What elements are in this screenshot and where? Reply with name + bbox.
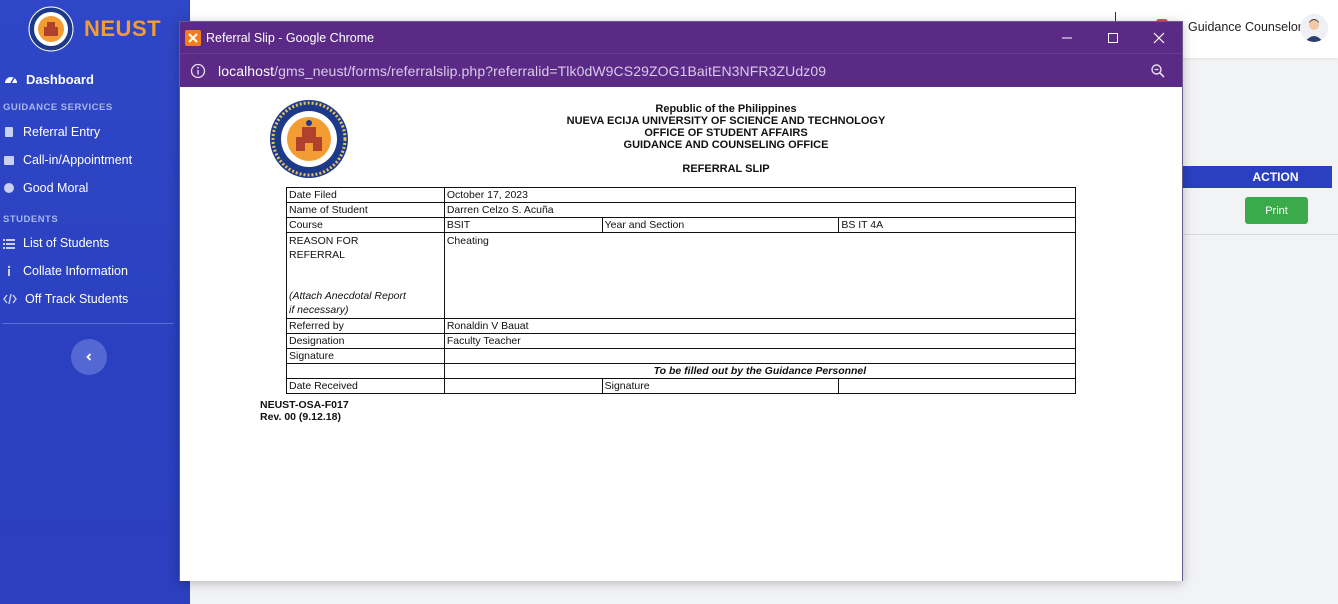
- user-avatar[interactable]: [1300, 14, 1328, 42]
- form-number: NEUST-OSA-F017: [260, 399, 349, 411]
- browser-window: Referral Slip - Google Chrome localhost/…: [179, 21, 1183, 581]
- signature-label: Signature: [286, 348, 445, 364]
- list-icon: [3, 239, 15, 249]
- date-received-label: Date Received: [286, 378, 445, 394]
- designation-value: Faculty Teacher: [443, 333, 1077, 349]
- maximize-button[interactable]: [1090, 22, 1136, 53]
- sidebar-item-label: Collate Information: [23, 264, 128, 278]
- sidebar-item-label: Good Moral: [23, 181, 89, 195]
- form-code: NEUST-OSA-F017 Rev. 00 (9.12.18): [260, 399, 349, 423]
- code-icon: [3, 293, 17, 305]
- table-row: Name of Student Darren Celzo S. Acuña: [286, 202, 1077, 218]
- site-info-icon[interactable]: [190, 63, 206, 79]
- form-revision: Rev. 00 (9.12.18): [260, 411, 341, 423]
- gear-icon: [4, 183, 14, 193]
- minimize-icon: [1062, 37, 1072, 38]
- year-section-value: BS IT 4A: [838, 217, 1076, 233]
- browser-titlebar[interactable]: Referral Slip - Google Chrome: [180, 22, 1182, 53]
- zoom-icon[interactable]: [1150, 63, 1166, 79]
- sidebar-item-call-in[interactable]: Call-in/Appointment: [3, 153, 132, 167]
- minimize-button[interactable]: [1044, 22, 1090, 53]
- date-filed-value: October 17, 2023: [443, 187, 1077, 203]
- table-row: Course BSIT Year and Section BS IT 4A: [286, 217, 1076, 233]
- app-icon: [185, 29, 201, 46]
- doc-slip-title: REFERRAL SLIP: [682, 163, 770, 175]
- url-path: /gms_neust/forms/referralslip.php?referr…: [274, 62, 827, 79]
- reason-label: REASON FOR REFERRAL (Attach Anecdotal Re…: [286, 232, 445, 319]
- university-seal-icon: [28, 6, 74, 52]
- table-row: Referred by Ronaldin V Bauat: [286, 318, 1077, 334]
- sidebar-item-list-of-students[interactable]: List of Students: [3, 236, 109, 250]
- referred-by-label: Referred by: [286, 318, 445, 334]
- file-icon: [5, 127, 13, 137]
- date-filed-label: Date Filed: [286, 187, 445, 203]
- empty-cell: [286, 363, 445, 379]
- sidebar: NEUST Dashboard GUIDANCE SERVICES Referr…: [0, 0, 190, 604]
- referral-slip-table: Date Filed October 17, 2023 Name of Stud…: [286, 187, 1077, 394]
- designation-label: Designation: [286, 333, 445, 349]
- sidebar-item-label: Referral Entry: [23, 125, 101, 139]
- url-host: localhost: [218, 62, 275, 79]
- guidance-personnel-note: To be filled out by the Guidance Personn…: [443, 363, 1077, 379]
- date-received-value: [443, 378, 603, 394]
- xampp-icon: [188, 32, 198, 43]
- doc-header-osa: OFFICE OF STUDENT AFFAIRS: [644, 127, 808, 139]
- sidebar-divider: [2, 323, 174, 324]
- signature-value: [443, 348, 1077, 364]
- info-icon: [7, 265, 11, 276]
- course-label: Course: [286, 217, 445, 233]
- doc-header-republic: Republic of the Philippines: [655, 103, 797, 115]
- calendar-icon: [4, 156, 14, 165]
- referred-by-value: Ronaldin V Bauat: [443, 318, 1077, 334]
- sidebar-item-label: Dashboard: [26, 72, 94, 87]
- window-title: Referral Slip - Google Chrome: [206, 30, 375, 45]
- user-name[interactable]: Guidance Counselor: [1188, 20, 1302, 34]
- sidebar-item-label: Call-in/Appointment: [23, 153, 133, 167]
- attach-note-line2: if necessary): [289, 304, 349, 316]
- reason-value: Cheating: [443, 232, 1077, 319]
- signature-received-value: [838, 378, 1076, 394]
- maximize-icon: [1108, 32, 1118, 43]
- year-section-label: Year and Section: [601, 217, 840, 233]
- table-row: REASON FOR REFERRAL (Attach Anecdotal Re…: [286, 232, 1077, 319]
- signature-received-label: Signature: [601, 378, 840, 394]
- sidebar-section-students: STUDENTS: [3, 214, 59, 225]
- sidebar-item-dashboard[interactable]: Dashboard: [4, 72, 94, 87]
- chevron-left-icon: [86, 353, 92, 361]
- brand[interactable]: NEUST: [28, 6, 161, 52]
- doc-header-gco: GUIDANCE AND COUNSELING OFFICE: [623, 139, 829, 151]
- table-row: Signature: [286, 348, 1077, 364]
- page-content: Republic of the Philippines NUEVA ECIJA …: [180, 88, 1182, 581]
- url-text[interactable]: localhost/gms_neust/forms/referralslip.p…: [218, 63, 826, 79]
- table-row: Designation Faculty Teacher: [286, 333, 1077, 349]
- close-button[interactable]: [1136, 22, 1182, 53]
- table-row: To be filled out by the Guidance Personn…: [286, 363, 1077, 379]
- reason-label-line1: REASON FOR: [289, 235, 359, 247]
- sidebar-item-label: List of Students: [23, 236, 110, 250]
- address-bar[interactable]: localhost/gms_neust/forms/referralslip.p…: [180, 53, 1182, 87]
- sidebar-section-guidance: GUIDANCE SERVICES: [3, 102, 113, 113]
- sidebar-item-off-track-students[interactable]: Off Track Students: [3, 292, 128, 306]
- avatar-icon: [1300, 14, 1328, 42]
- print-button[interactable]: Print: [1245, 197, 1308, 224]
- sidebar-item-good-moral[interactable]: Good Moral: [3, 181, 88, 195]
- sidebar-item-collate-information[interactable]: Collate Information: [3, 264, 128, 278]
- student-name-label: Name of Student: [286, 202, 445, 218]
- table-row: Date Filed October 17, 2023: [286, 187, 1077, 203]
- student-name-value: Darren Celzo S. Acuña: [443, 202, 1077, 218]
- attach-note-line1: (Attach Anecdotal Report: [289, 290, 406, 302]
- sidebar-collapse-button[interactable]: [71, 339, 107, 375]
- sidebar-item-label: Off Track Students: [25, 292, 129, 306]
- doc-header-university: NUEVA ECIJA UNIVERSITY OF SCIENCE AND TE…: [566, 115, 886, 127]
- course-value: BSIT: [443, 217, 603, 233]
- brand-name: NEUST: [84, 16, 162, 41]
- table-row-divider: [1183, 234, 1338, 235]
- sidebar-item-referral-entry[interactable]: Referral Entry: [3, 125, 100, 139]
- close-icon: [1153, 32, 1165, 43]
- table-row: Date Received Signature: [286, 378, 1076, 394]
- reason-label-line2: REFERRAL: [289, 249, 346, 261]
- dashboard-gauge-icon: [5, 76, 17, 83]
